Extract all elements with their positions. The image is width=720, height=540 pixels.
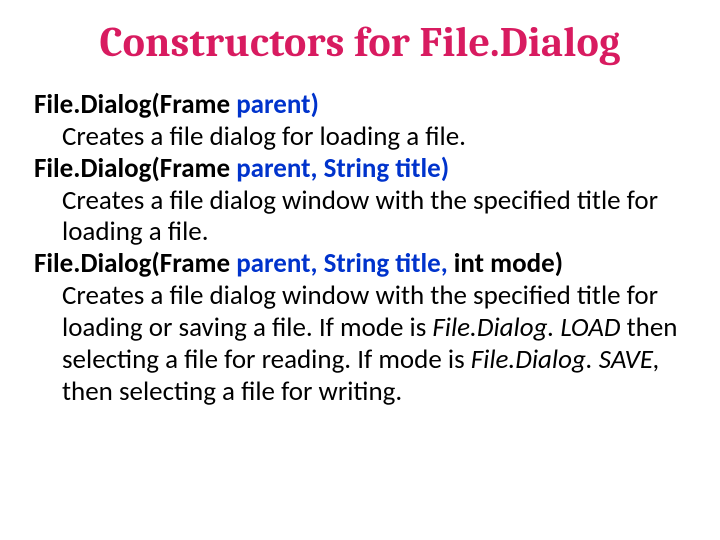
constructor-desc-1: Creates a file dialog for loading a file… <box>62 121 686 153</box>
constructor-desc-2: Creates a file dialog window with the sp… <box>62 185 686 249</box>
sig-text: File.Dialog(Frame <box>34 88 230 121</box>
sig-param: parent, String title, <box>230 247 454 280</box>
constructor-desc-3: Creates a file dialog window with the sp… <box>62 280 686 407</box>
constructor-signature-3: File.Dialog(Frame parent, String title, … <box>34 248 686 280</box>
sig-tail: int mode) <box>454 247 563 280</box>
desc-text-d: File.Dialog. SAVE, <box>471 343 660 376</box>
sig-param: parent, String title) <box>230 152 449 185</box>
sig-text: File.Dialog(Frame <box>34 247 230 280</box>
slide: Constructors for File.Dialog File.Dialog… <box>0 0 720 540</box>
content-body: File.Dialog(Frame parent) Creates a file… <box>34 89 686 408</box>
page-title: Constructors for File.Dialog <box>34 18 686 67</box>
desc-text-e: then selecting a file for writing. <box>62 375 402 408</box>
sig-text: File.Dialog(Frame <box>34 152 230 185</box>
desc-text: Creates a file dialog for loading a file… <box>62 120 466 153</box>
constructor-signature-1: File.Dialog(Frame parent) <box>34 89 686 121</box>
desc-text: Creates a file dialog window with the sp… <box>62 184 658 249</box>
constructor-signature-2: File.Dialog(Frame parent, String title) <box>34 153 686 185</box>
sig-param: parent) <box>230 88 319 121</box>
desc-text-b: File.Dialog. LOAD <box>432 311 620 344</box>
